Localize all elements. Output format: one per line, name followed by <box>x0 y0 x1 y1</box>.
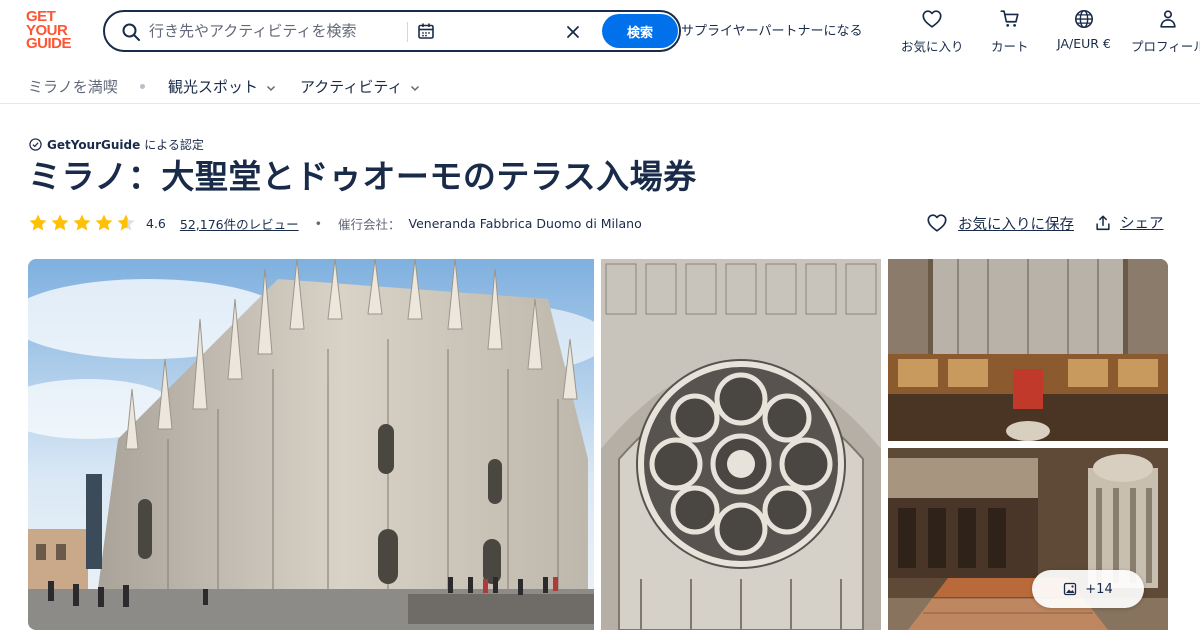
sub-navigation: ミラノを満喫 観光スポット アクティビティ <box>0 66 1200 104</box>
share-button[interactable]: シェア <box>1094 212 1164 233</box>
become-supplier-link[interactable]: サプライヤーパートナーになる <box>681 20 862 39</box>
cart-icon <box>1000 10 1019 27</box>
photo-gallery <box>28 259 1168 630</box>
heart-icon <box>922 10 942 28</box>
star-icon <box>29 214 47 231</box>
chevron-down-icon <box>266 85 276 91</box>
bullet-separator: • <box>314 215 323 231</box>
share-icon <box>1096 214 1110 230</box>
search-divider <box>407 22 408 42</box>
search-button[interactable]: 検索 <box>602 14 678 48</box>
search-icon <box>122 23 140 41</box>
activities-label: アクティビティ <box>300 78 403 96</box>
profile-nav[interactable]: プロフィール <box>1131 8 1200 55</box>
subnav-separator <box>140 84 145 89</box>
show-more-photos-button[interactable]: +14 <box>1032 570 1144 608</box>
rating-row: 4.6 52,176件のレビュー • 催行会社： Veneranda Fabbr… <box>28 212 642 234</box>
logo-line-3: GUIDE <box>26 35 72 52</box>
activities-dropdown[interactable]: アクティビティ <box>300 76 420 97</box>
gallery-photo-interior-choir[interactable] <box>888 259 1168 441</box>
chevron-down-icon <box>411 85 420 91</box>
star-icon <box>95 214 113 231</box>
heart-icon <box>927 214 947 232</box>
gallery-photo-cathedral-facade[interactable] <box>28 259 594 630</box>
sights-label: 観光スポット <box>168 78 259 96</box>
search-input[interactable] <box>149 20 399 42</box>
sights-dropdown[interactable]: 観光スポット <box>168 76 276 97</box>
cart-nav[interactable]: カート <box>991 8 1029 55</box>
calendar-icon[interactable] <box>416 21 436 41</box>
rating-score: 4.6 <box>146 215 166 231</box>
globe-icon <box>1074 9 1093 29</box>
header: GET YOUR GUIDE 検索 サプライヤーパートナーになる お気に入り <box>0 0 1200 62</box>
page-title: ミラノ：大聖堂とドゥオーモのテラス入場券 <box>28 157 697 196</box>
rating-stars <box>28 213 138 233</box>
locale-nav[interactable]: JA/EUR € <box>1057 8 1111 51</box>
wishlist-label: お気に入り <box>901 39 964 54</box>
profile-label: プロフィール <box>1131 39 1200 54</box>
close-icon[interactable] <box>563 22 583 42</box>
cart-label: カート <box>991 39 1029 54</box>
star-icon <box>117 214 135 231</box>
rose-window-image <box>601 259 881 630</box>
save-label: お気に入りに保存 <box>958 216 1074 233</box>
reviews-link[interactable]: 52,176件のレビュー <box>180 214 299 233</box>
star-icon <box>73 214 91 231</box>
operator-name: Veneranda Fabbrica Duomo di Milano <box>408 215 642 231</box>
interior-choir-image <box>888 259 1168 441</box>
cathedral-facade-image <box>28 259 594 630</box>
star-icon <box>51 214 69 231</box>
more-photos-count: +14 <box>1085 581 1113 597</box>
getyourguide-logo[interactable]: GET YOUR GUIDE <box>26 9 82 52</box>
wishlist-nav[interactable]: お気に入り <box>901 8 964 55</box>
profile-icon <box>1160 10 1177 28</box>
operator-label: 催行会社： <box>338 216 401 232</box>
search-bar: 検索 <box>103 10 681 52</box>
explore-milan-link[interactable]: ミラノを満喫 <box>28 76 118 97</box>
image-icon <box>1064 582 1077 596</box>
share-label: シェア <box>1120 216 1164 232</box>
save-to-wishlist-button[interactable]: お気に入りに保存 <box>926 212 1074 234</box>
gallery-photo-rose-window[interactable] <box>601 259 881 630</box>
locale-label: JA/EUR € <box>1057 36 1111 51</box>
